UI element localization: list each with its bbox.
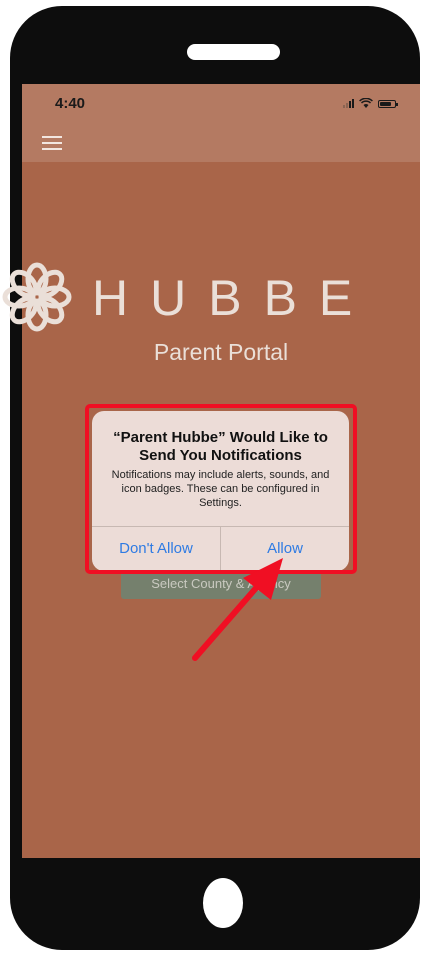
battery-icon — [378, 100, 398, 108]
home-button[interactable] — [203, 878, 243, 928]
brand-name: HUBBE — [92, 270, 375, 326]
wifi-icon — [359, 98, 373, 108]
allow-button[interactable]: Allow — [220, 527, 349, 571]
dont-allow-button[interactable]: Don't Allow — [92, 527, 220, 571]
cellular-signal-icon — [343, 99, 354, 108]
app-screen: 4:40 Parent Portal Select County & Agenc… — [22, 84, 420, 858]
status-icons — [343, 98, 398, 108]
select-county-agency-button[interactable]: Select County & Agency — [121, 568, 321, 599]
flower-logo-icon — [2, 262, 72, 332]
status-bar: 4:40 — [22, 84, 420, 162]
notification-permission-dialog: “Parent Hubbe” Would Like to Send You No… — [92, 411, 349, 571]
dialog-button-row: Don't Allow Allow — [92, 526, 349, 571]
dialog-title: “Parent Hubbe” Would Like to Send You No… — [113, 429, 328, 464]
phone-speaker — [187, 44, 280, 60]
hamburger-menu-icon[interactable] — [42, 136, 62, 151]
dialog-message: Notifications may include alerts, sounds… — [111, 469, 330, 509]
status-time: 4:40 — [55, 95, 86, 112]
page-subtitle: Parent Portal — [153, 339, 289, 365]
brand-logo: HUBBE — [0, 262, 420, 332]
